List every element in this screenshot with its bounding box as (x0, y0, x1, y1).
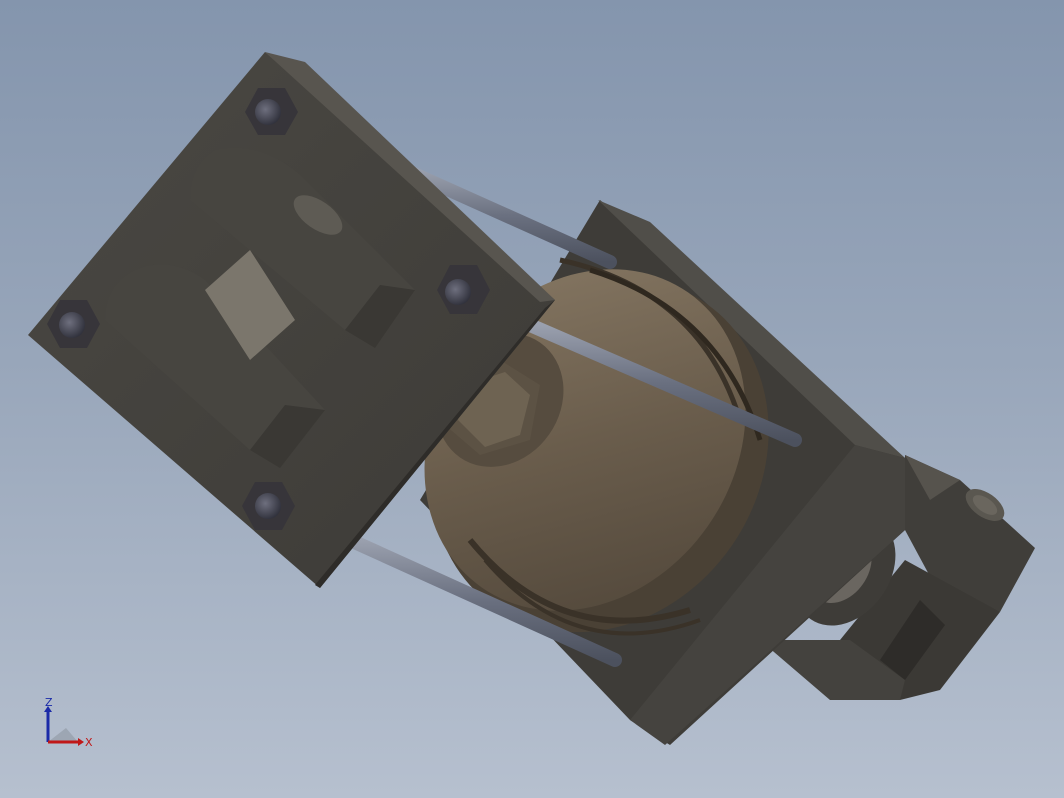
graphics-viewport[interactable]: Z X (0, 0, 1064, 798)
x-axis-label: X (85, 736, 93, 749)
z-axis-label: Z (45, 696, 53, 709)
x-axis-arrowhead (78, 738, 84, 746)
axis-triad: Z X (44, 696, 93, 749)
cylinder-model-render[interactable] (0, 0, 1064, 798)
